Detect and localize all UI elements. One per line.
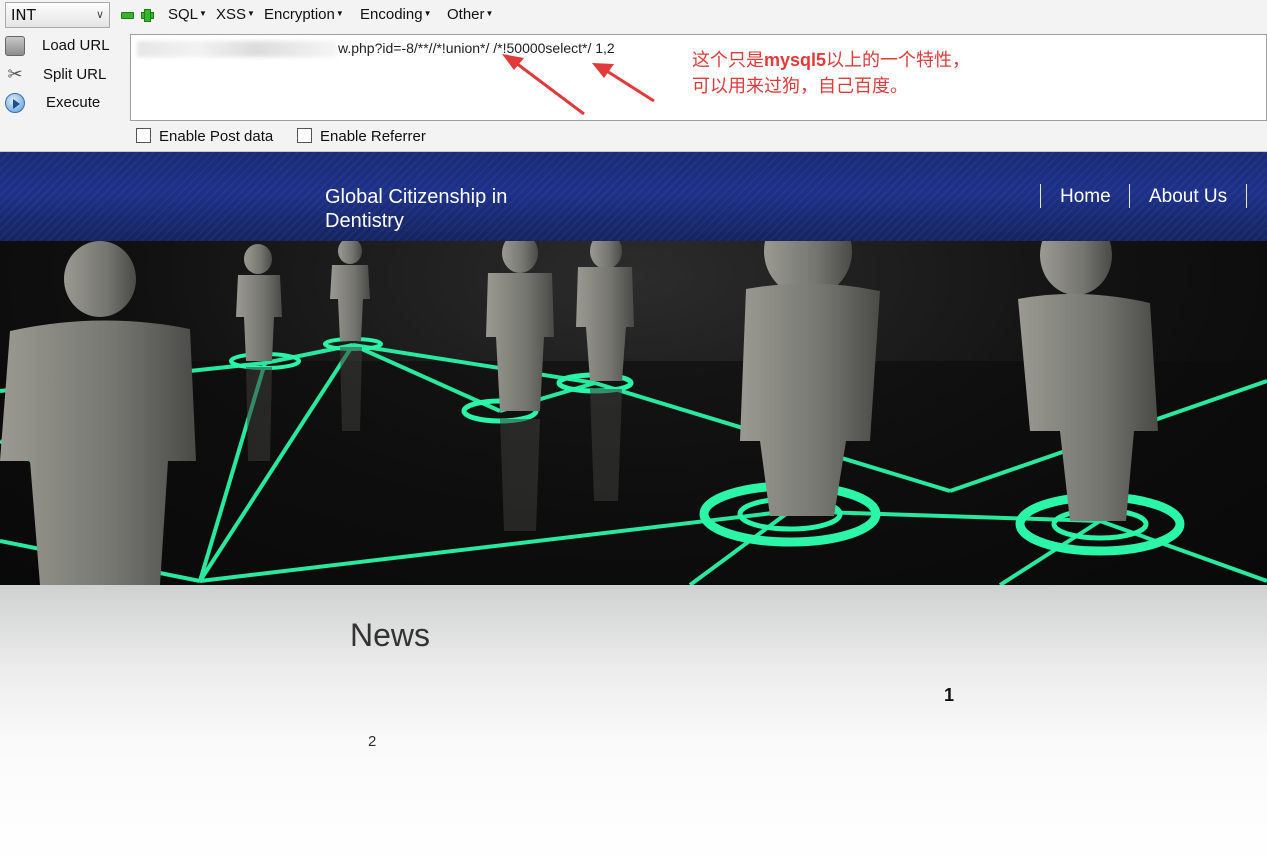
annotation-note: 这个只是mysql5以上的一个特性， 可以用来过狗，自己百度。 xyxy=(692,47,970,100)
checkbox-box xyxy=(136,128,151,143)
injected-value-1: 1 xyxy=(944,685,955,705)
arrow-select xyxy=(592,63,655,103)
type-select-value: INT xyxy=(11,6,36,24)
menu-other-label: Other xyxy=(447,6,485,23)
annotation-line-1: 这个只是mysql5以上的一个特性， xyxy=(692,47,970,74)
nav-divider xyxy=(1246,184,1247,208)
news-section: News 1 2 xyxy=(0,585,1267,868)
enable-post-data-label: Enable Post data xyxy=(159,128,274,145)
url-textarea[interactable]: w.php?id=-8/**//*!union*/ /*!50000select… xyxy=(130,34,1267,121)
annotation-text-a: 这个只是 xyxy=(692,50,764,71)
caret-down-icon: ▼ xyxy=(485,9,494,18)
enable-post-data-checkbox[interactable]: Enable Post data xyxy=(136,128,273,145)
chevron-down-icon: ∨ xyxy=(95,8,104,21)
decrease-icon[interactable] xyxy=(121,9,134,20)
type-select[interactable]: INT ∨ xyxy=(5,2,110,28)
checkbox-box xyxy=(297,128,312,143)
load-url-button[interactable]: Load URL xyxy=(0,34,128,60)
hackbar-menu-row: INT ∨ SQL▼ XSS▼ Encryption▼ Encoding▼ Ot… xyxy=(0,0,1267,30)
play-icon xyxy=(5,93,25,113)
nav-divider xyxy=(1040,184,1041,208)
menu-sql-label: SQL xyxy=(168,6,199,23)
caret-down-icon: ▼ xyxy=(335,9,344,18)
execute-button[interactable]: Execute xyxy=(0,91,128,117)
nav-about-us[interactable]: About Us xyxy=(1149,186,1227,208)
menu-xss[interactable]: XSS▼ xyxy=(216,6,255,23)
annotation-arrows xyxy=(502,54,655,116)
scissors-icon: ✂ xyxy=(7,64,23,84)
load-url-icon xyxy=(5,36,25,56)
caret-down-icon: ▼ xyxy=(247,9,255,18)
redacted-url-host xyxy=(137,41,337,57)
load-url-label: Load URL xyxy=(42,37,110,54)
hero-banner-image xyxy=(0,241,1267,585)
enable-referrer-checkbox[interactable]: Enable Referrer xyxy=(297,128,426,145)
nav-divider xyxy=(1129,184,1130,208)
enable-referrer-label: Enable Referrer xyxy=(320,128,426,145)
nav-home[interactable]: Home xyxy=(1060,186,1111,208)
split-url-button[interactable]: ✂ Split URL xyxy=(0,63,128,89)
menu-encryption-label: Encryption xyxy=(264,6,335,23)
injected-value-2: 2 xyxy=(368,733,377,750)
menu-encoding[interactable]: Encoding▼ xyxy=(360,6,431,23)
split-url-label: Split URL xyxy=(43,66,107,83)
increase-icon[interactable] xyxy=(141,9,154,22)
menu-sql[interactable]: SQL▼ xyxy=(168,6,207,23)
network-illustration xyxy=(0,241,1267,585)
site-header: Global Citizenship in Dentistry Home Abo… xyxy=(0,152,1267,241)
execute-label: Execute xyxy=(46,94,101,111)
menu-xss-label: XSS xyxy=(216,6,247,23)
annotation-text-c: 以上的一个特性， xyxy=(826,50,971,71)
annotation-text-b: mysql5 xyxy=(764,50,827,70)
news-heading: News xyxy=(350,617,431,653)
annotation-line-2: 可以用来过狗，自己百度。 xyxy=(692,76,908,97)
menu-other[interactable]: Other▼ xyxy=(447,6,493,23)
site-title[interactable]: Global Citizenship in Dentistry xyxy=(325,185,555,233)
menu-encoding-label: Encoding xyxy=(360,6,423,23)
caret-down-icon: ▼ xyxy=(423,9,432,18)
arrow-union xyxy=(502,54,585,116)
menu-encryption[interactable]: Encryption▼ xyxy=(264,6,344,23)
caret-down-icon: ▼ xyxy=(199,9,207,18)
hackbar-toolbar: INT ∨ SQL▼ XSS▼ Encryption▼ Encoding▼ Ot… xyxy=(0,0,1267,152)
